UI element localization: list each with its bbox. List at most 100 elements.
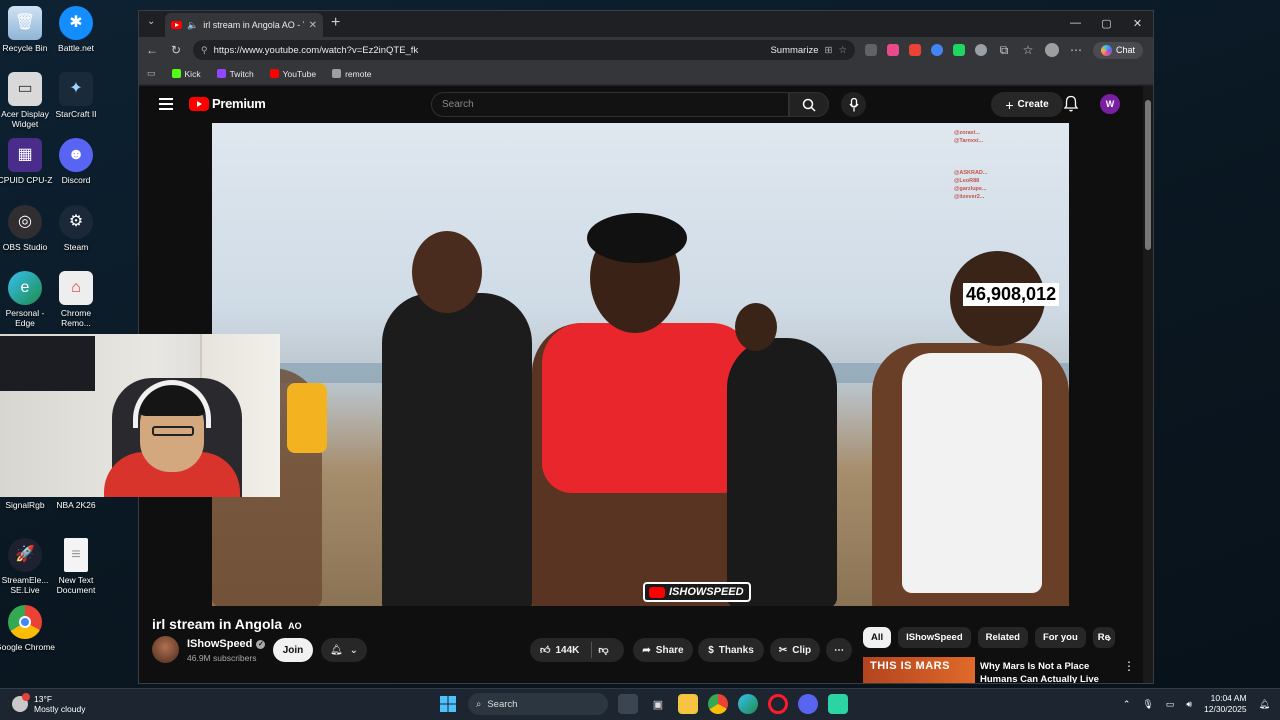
network-icon[interactable]: ▭ [1166,699,1175,710]
clock[interactable]: 10:04 AM 12/30/2025 [1204,693,1247,715]
battle-net-icon[interactable]: ✱ Battle.net [46,6,106,53]
close-tab-icon[interactable]: ✕ [309,20,317,31]
more-menu-icon[interactable]: ⋯ [1069,43,1083,57]
copilot-icon [1101,44,1112,56]
clip-button[interactable]: ✂ Clip [770,638,820,662]
chevron-right-icon[interactable]: › [1107,630,1111,645]
site-info-icon[interactable]: ⚲ [201,45,208,56]
google-chrome-icon[interactable]: Google Chrome [0,605,55,652]
chrome-remote-icon[interactable]: ⌂ Chrome Remo... [46,271,106,328]
dislike-button[interactable]: 👎︎ [598,644,608,656]
page-scrollbar[interactable] [1143,86,1153,683]
extension-icon[interactable] [975,44,987,56]
channel-avatar[interactable] [152,636,179,663]
reader-icon[interactable]: ⊞ [825,45,833,56]
steam-icon[interactable]: ⚙ Steam [46,205,106,252]
scrollbar-thumb[interactable] [1145,100,1151,250]
tab-bar: ⌄ 🔈 irl stream in Angola AO - YouTube ✕ … [139,11,1153,37]
task-view-icon[interactable] [618,694,638,714]
favorites-icon[interactable]: ☆ [1021,43,1035,57]
new-text-document-icon[interactable]: ≡ New Text Document [46,538,106,595]
favorite-star-icon[interactable]: ☆ [838,45,847,56]
starcraft-icon[interactable]: ✦ StarCraft II [46,72,106,119]
bookmark-twitch[interactable]: Twitch [216,69,254,79]
weather-temperature: 13°F [34,694,53,704]
desktop-icon-label: New Text Document [56,575,96,595]
app-icon[interactable] [828,694,848,714]
discord-icon[interactable]: ☻ Discord [46,138,106,185]
extension-icon[interactable] [887,44,899,56]
chip-recent[interactable]: Re [1092,627,1115,648]
new-tab-icon[interactable]: + [331,14,340,32]
extension-icon[interactable] [909,44,921,56]
recommended-video-thumbnail[interactable]: THIS IS MARS [863,657,975,683]
profile-avatar-icon[interactable] [1045,43,1059,57]
chevron-up-icon[interactable]: ⌃ [1123,699,1131,710]
webcam-overlay [0,334,280,497]
chat-username: @zoraxi... [954,130,980,136]
weather-widget[interactable]: 13°F Mostly cloudy [12,693,86,714]
chip-all[interactable]: All [863,627,892,648]
split-screen-icon[interactable]: ⧉ [997,43,1011,58]
share-label: Share [655,644,684,656]
youtube-logo[interactable]: Premium [189,96,266,111]
chip-for-you[interactable]: For you [1034,627,1086,648]
desktop-icon-label: Discord [61,175,91,185]
tab-search-icon[interactable]: ⌄ [147,16,155,27]
video-title-flag: AO [288,621,302,631]
refresh-icon[interactable]: ↻ [169,43,183,57]
share-button[interactable]: ➦ Share [633,638,693,662]
more-vertical-icon[interactable]: ⋮ [1123,659,1135,673]
opera-icon[interactable] [768,694,788,714]
notifications-icon[interactable]: 🔔︎ [1259,699,1270,710]
minimize-icon[interactable]: — [1060,11,1091,35]
channel-name[interactable]: IShowSpeed ✓ [187,638,266,650]
desktop-icon-label: Battle.net [58,43,94,53]
address-bar-row: ← ↻ ⚲ https://www.youtube.com/watch?v=Ez… [139,37,1153,63]
extension-icon[interactable] [931,44,943,56]
chip-related[interactable]: Related [977,627,1028,648]
join-button[interactable]: Join [273,638,313,662]
nba-2k26-icon[interactable]: NBA 2K26 [46,500,106,510]
close-window-icon[interactable]: ✕ [1122,11,1153,35]
maximize-icon[interactable]: ▢ [1091,11,1122,35]
extension-icon[interactable] [953,44,965,56]
create-button[interactable]: + Create [991,92,1063,117]
discord-icon[interactable] [798,694,818,714]
widgets-icon[interactable]: ▣ [648,694,668,714]
voice-search-button[interactable] [841,92,866,117]
edge-icon[interactable] [738,694,758,714]
address-bar[interactable]: ⚲ https://www.youtube.com/watch?v=Ez2inQ… [193,40,855,60]
microphone-icon [848,97,859,111]
account-avatar[interactable]: W [1100,94,1120,114]
search-button[interactable] [789,92,829,117]
notifications-bell-icon[interactable] [1063,95,1079,113]
file-explorer-icon[interactable] [678,694,698,714]
recommended-video-title[interactable]: Why Mars Is Not a Place Humans Can Actua… [980,660,1120,683]
chrome-icon[interactable] [708,694,728,714]
thanks-button[interactable]: $ Thanks [698,638,764,662]
back-icon[interactable]: ← [145,43,159,57]
thanks-icon: $ [708,644,714,656]
menu-icon[interactable] [159,98,173,110]
speaker-icon[interactable]: 🔈 [187,20,198,31]
subscription-bell-button[interactable]: 🔔︎ ⌄ [321,638,367,662]
video-player[interactable]: @zoraxi... @Tarnxxi... @ASKRAD... @LeoR8… [212,123,1069,606]
tab-youtube[interactable]: 🔈 irl stream in Angola AO - YouTube ✕ [165,13,323,37]
bookmark-youtube[interactable]: YouTube [269,69,316,79]
bookmarks-folder-icon[interactable]: ▭ [147,68,156,79]
extension-icon[interactable] [865,44,877,56]
taskbar-search[interactable]: ⌕ Search [468,693,608,715]
volume-icon[interactable]: 🔊︎ [1186,699,1192,710]
microphone-icon[interactable]: 🎙︎ [1142,699,1153,710]
like-button[interactable]: 👍︎ 144K [540,644,579,657]
windows-start-icon[interactable] [438,694,458,714]
copilot-chat-button[interactable]: Chat [1093,41,1144,59]
plus-icon: + [1005,96,1014,113]
more-actions-button[interactable]: ⋯ [826,638,852,662]
bookmark-kick[interactable]: Kick [171,69,201,79]
summarize-button[interactable]: Summarize [770,45,818,56]
bookmark-remote[interactable]: remote [332,69,372,79]
chip-ishowspeed[interactable]: IShowSpeed [898,627,971,648]
search-input[interactable]: Search [431,92,789,117]
